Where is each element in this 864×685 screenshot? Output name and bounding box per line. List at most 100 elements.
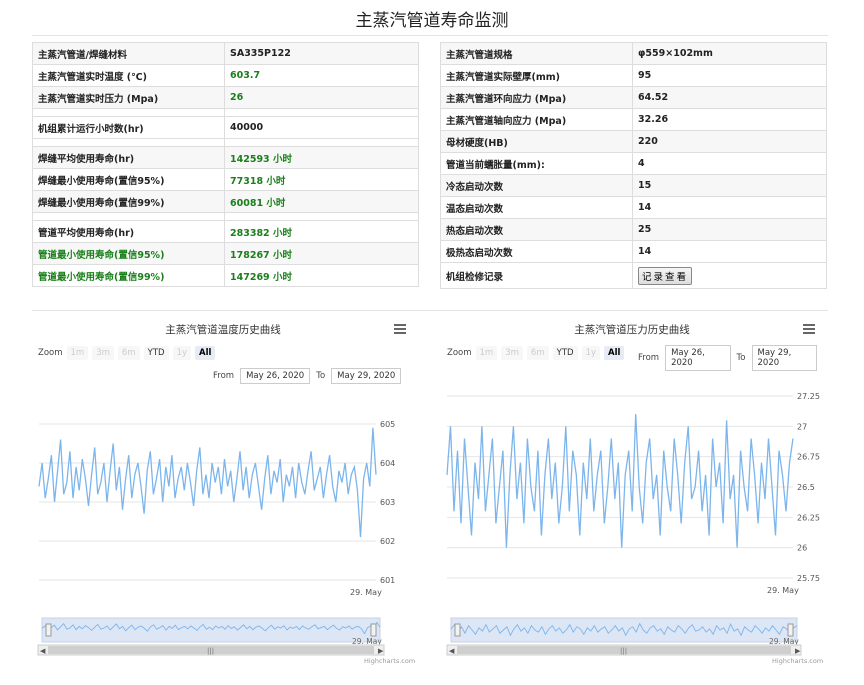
chart-plot-svg: 601 602 603 604 605 29. May 29. May ◀ ▶ ||| <box>37 420 395 656</box>
to-label: To <box>736 353 746 363</box>
right-row: 主蒸汽管道环向应力 (Mpa) 64.52 <box>440 86 827 109</box>
chart-title: 主蒸汽管道温度历史曲线 <box>165 324 281 336</box>
right-value: 14 <box>632 196 827 219</box>
navigator-series <box>450 622 798 637</box>
left-value: 60081 小时 <box>224 190 419 213</box>
right-value: 4 <box>632 152 827 175</box>
y-tick-label: 27.25 <box>797 392 820 401</box>
from-date-input[interactable]: May 26, 2020 <box>240 368 311 384</box>
view-records-button[interactable]: 记录查看 <box>638 266 693 285</box>
left-label: 焊缝平均使用寿命(hr) <box>32 146 225 169</box>
scrollbar-thumb[interactable] <box>48 646 374 654</box>
left-row: 焊缝最小使用寿命(置信99%) 60081 小时 <box>32 190 419 213</box>
right-row: 主蒸汽管道规格 φ559×102mm <box>440 42 827 65</box>
navigator-window[interactable] <box>450 617 798 643</box>
from-label: From <box>213 371 235 381</box>
y-tick-label: 601 <box>380 576 395 585</box>
navigator-right-handle[interactable] <box>370 623 377 637</box>
left-value: 142593 小时 <box>224 146 419 169</box>
zoom-button-6m[interactable]: 6m <box>117 346 140 360</box>
zoom-button-ytd[interactable]: YTD <box>552 346 578 360</box>
navigator-series <box>41 621 381 635</box>
to-date-input[interactable]: May 29, 2020 <box>331 368 402 384</box>
y-tick-label: 604 <box>380 459 395 468</box>
right-label: 主蒸汽管道规格 <box>440 42 633 65</box>
right-info-table: 主蒸汽管道规格 φ559×102mm 主蒸汽管道实际壁厚(mm) 95 主蒸汽管道环向应… <box>440 42 827 289</box>
zoom-button-all[interactable]: All <box>604 346 625 360</box>
y-tick-label: 603 <box>380 498 395 507</box>
right-label: 管道当前蠕胀量(mm): <box>440 152 633 175</box>
scrollbar-track[interactable] <box>446 644 802 656</box>
right-label: 温态启动次数 <box>440 196 633 219</box>
right-row: 冷态启动次数 15 <box>440 174 827 197</box>
left-row: 焊缝平均使用寿命(hr) 142593 小时 <box>32 146 419 169</box>
scroll-right-arrow-icon[interactable]: ▶ <box>378 647 384 655</box>
right-row: 管道当前蠕胀量(mm): 4 <box>440 152 827 175</box>
navigator-right-handle[interactable] <box>787 623 794 637</box>
left-value: 603.7 <box>224 64 419 87</box>
hamburger-menu-icon[interactable] <box>803 324 815 334</box>
zoom-button-3m[interactable]: 3m <box>92 346 114 360</box>
navigator-window[interactable] <box>41 617 381 643</box>
left-value: 283382 小时 <box>224 220 419 243</box>
right-label: 主蒸汽管道轴向应力 (Mpa) <box>440 108 633 131</box>
chart-title: 主蒸汽管道压力历史曲线 <box>574 324 690 336</box>
zoom-button-all[interactable]: All <box>195 346 216 360</box>
zoom-button-ytd[interactable]: YTD <box>143 346 169 360</box>
x-tick-label: 29. May <box>767 586 799 595</box>
scroll-left-arrow-icon[interactable]: ◀ <box>40 647 46 655</box>
right-value: 220 <box>632 130 827 153</box>
scrollbar-grip-icon: ||| <box>207 647 214 655</box>
hamburger-menu-icon[interactable] <box>394 324 406 334</box>
left-label: 管道平均使用寿命(hr) <box>32 220 225 243</box>
zoom-button-3m[interactable]: 3m <box>501 346 523 360</box>
maintenance-row: 机组检修记录 记录查看 <box>440 262 827 289</box>
to-date-input[interactable]: May 29, 2020 <box>751 345 817 371</box>
scrollbar-grip-icon: ||| <box>620 647 627 655</box>
highcharts-credits[interactable]: Highcharts.com <box>364 657 415 665</box>
temperature-history-chart: 主蒸汽管道温度历史曲线 Zoom 1m 3m 6m YTD 1y All From May 26,… <box>32 312 415 665</box>
navigator-left-handle[interactable] <box>454 623 461 637</box>
scroll-left-arrow-icon[interactable]: ◀ <box>449 647 455 655</box>
zoom-button-1m[interactable]: 1m <box>475 346 498 360</box>
right-row: 主蒸汽管道实际壁厚(mm) 95 <box>440 64 827 87</box>
zoom-button-1m[interactable]: 1m <box>66 346 89 360</box>
right-value: 15 <box>632 174 827 197</box>
zoom-button-1y[interactable]: 1y <box>581 346 601 360</box>
pressure-history-chart: 主蒸汽管道压力历史曲线 Zoom 1m 3m 6m YTD 1y All From May 26,… <box>441 312 823 665</box>
maintenance-cell: 记录查看 <box>632 262 827 289</box>
left-row <box>32 108 419 117</box>
date-range-selector: From May 26, 2020 To May 29, 2020 <box>213 368 407 384</box>
left-label <box>32 138 225 147</box>
left-row <box>32 138 419 147</box>
left-row: 管道最小使用寿命(置信95%) 178267 小时 <box>32 242 419 265</box>
right-value: 32.26 <box>632 108 827 131</box>
page-title: 主蒸汽管道寿命监测 <box>355 11 509 31</box>
scrollbar-thumb[interactable] <box>457 646 791 654</box>
right-label: 主蒸汽管道环向应力 (Mpa) <box>440 86 633 109</box>
left-label: 主蒸汽管道实时压力 (Mpa) <box>32 86 225 109</box>
highcharts-credits[interactable]: Highcharts.com <box>772 657 823 665</box>
from-date-input[interactable]: May 26, 2020 <box>665 345 731 371</box>
left-row: 主蒸汽管道实时压力 (Mpa) 26 <box>32 86 419 109</box>
left-row: 主蒸汽管道/焊缝材料 SA335P122 <box>32 42 419 65</box>
zoom-label: Zoom <box>38 348 63 358</box>
scrollbar-track[interactable] <box>37 644 385 656</box>
scroll-right-arrow-icon[interactable]: ▶ <box>795 647 801 655</box>
y-tick-label: 26.75 <box>797 453 820 462</box>
left-row <box>32 212 419 221</box>
left-label: 主蒸汽管道/焊缝材料 <box>32 42 225 65</box>
zoom-button-6m[interactable]: 6m <box>526 346 549 360</box>
left-value <box>224 138 419 147</box>
zoom-button-1y[interactable]: 1y <box>172 346 192 360</box>
right-label: 极热态启动次数 <box>440 240 633 263</box>
left-row: 机组累计运行小时数(hr) 40000 <box>32 116 419 139</box>
right-value: φ559×102mm <box>632 42 827 65</box>
to-label: To <box>316 371 326 381</box>
navigator-left-handle[interactable] <box>45 623 52 637</box>
y-tick-label: 26.25 <box>797 513 820 522</box>
x-tick-label: 29. May <box>350 588 382 597</box>
right-value: 25 <box>632 218 827 241</box>
y-tick-label: 26 <box>797 544 807 553</box>
left-label: 管道最小使用寿命(置信99%) <box>32 264 225 287</box>
